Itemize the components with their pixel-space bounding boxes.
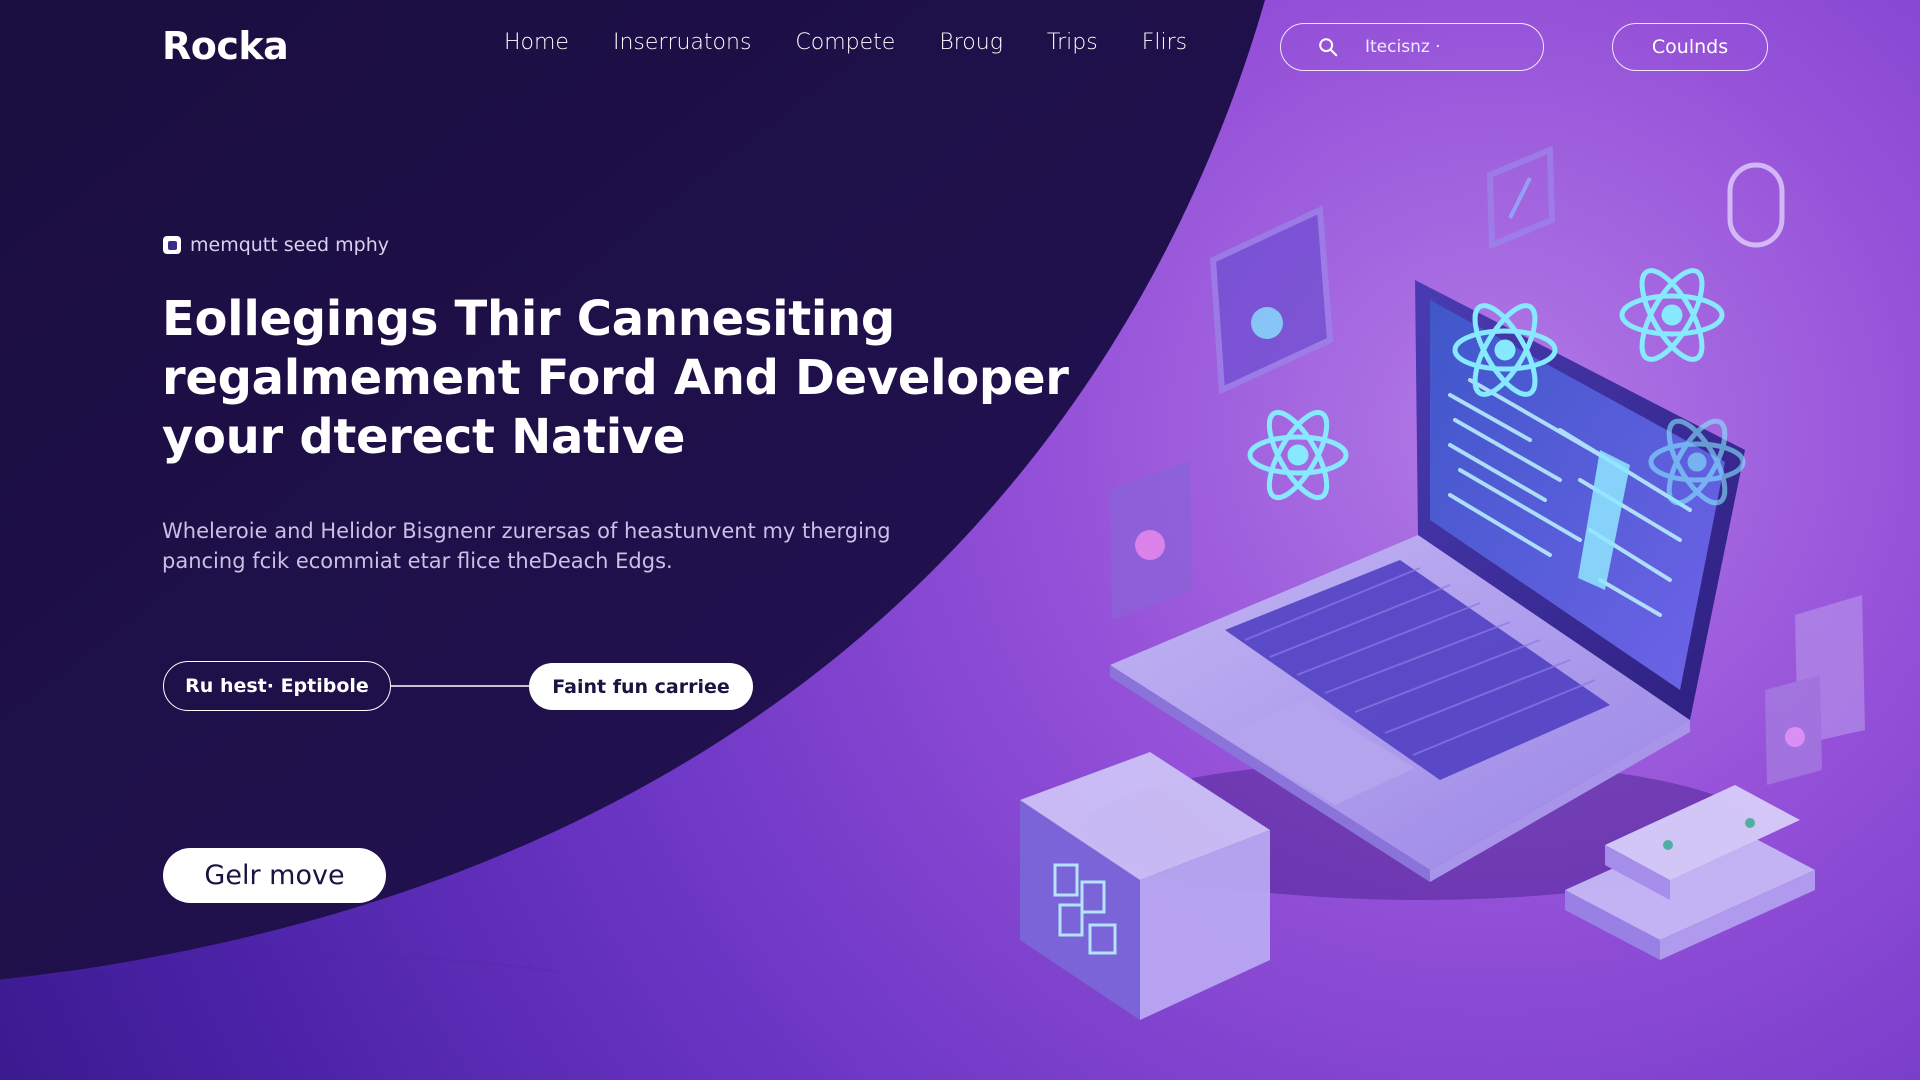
- button-connector-line: [391, 685, 529, 687]
- search-box[interactable]: [1280, 23, 1544, 71]
- headline-line-1: Eollegings Thir Cannesiting: [162, 291, 895, 347]
- nav-item-broug[interactable]: Broug: [939, 30, 1003, 55]
- page-title: Eollegings Thir Cannesiting regalmement …: [162, 290, 1069, 467]
- main-nav: Home Inserruatons Compete Broug Trips Fl…: [504, 30, 1231, 55]
- search-input[interactable]: [1363, 36, 1517, 58]
- badge-icon: [163, 236, 181, 254]
- nav-cta-button[interactable]: Coulnds: [1612, 23, 1768, 71]
- brand-logo[interactable]: Rocka: [162, 24, 289, 68]
- nav-item-trips[interactable]: Trips: [1047, 30, 1098, 55]
- headline-line-3: your dterect Native: [162, 409, 686, 465]
- headline-line-2: regalmement Ford And Developer: [162, 350, 1069, 406]
- eyebrow: memqutt seed mphy: [163, 234, 389, 256]
- secondary-button[interactable]: Gelr move: [163, 848, 386, 903]
- outline-button[interactable]: Ru hest· Eptibole: [163, 661, 391, 711]
- nav-item-compete[interactable]: Compete: [795, 30, 895, 55]
- search-icon: [1319, 38, 1338, 57]
- eyebrow-text: memqutt seed mphy: [190, 234, 389, 256]
- description-line-2: pancing fcik ecommiat etar flice theDeac…: [162, 549, 673, 573]
- primary-button[interactable]: Faint fun carriee: [529, 663, 753, 710]
- nav-item-home[interactable]: Home: [504, 30, 569, 55]
- description-line-1: Wheleroie and Helidor Bisgnenr zurersas …: [162, 519, 891, 543]
- nav-item-flirs[interactable]: Flirs: [1142, 30, 1187, 55]
- nav-item-inserruatons[interactable]: Inserruatons: [613, 30, 751, 55]
- hero-description: Wheleroie and Helidor Bisgnenr zurersas …: [162, 516, 962, 576]
